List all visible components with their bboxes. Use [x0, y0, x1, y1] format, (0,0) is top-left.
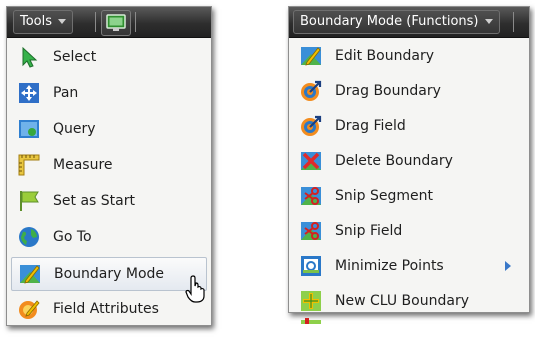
minimize-points-icon [301, 256, 321, 276]
menu-item-label: Go To [53, 229, 92, 245]
menu-item-set-as-start[interactable]: Set as Start [11, 185, 207, 217]
menu-item-drag-boundary[interactable]: Drag Boundary [293, 75, 525, 107]
menu-item-label: Edit Boundary [335, 48, 434, 64]
menu-item-label: Minimize Points [335, 258, 444, 274]
submenu-arrow-icon [505, 261, 511, 271]
toolbar-divider [135, 12, 136, 32]
tools-dropdown-button[interactable]: Tools [13, 10, 74, 34]
menu-item-label: Query [53, 121, 96, 137]
snip-field-icon [301, 222, 321, 240]
tools-menu: Select Pan Query Measure Set as Start Go… [7, 38, 211, 325]
menu-item-measure[interactable]: Measure [11, 149, 207, 181]
drag-boundary-icon [301, 80, 322, 101]
boundary-mode-dropdown-button[interactable]: Boundary Mode (Functions) [293, 10, 500, 34]
menu-item-go-to[interactable]: Go To [11, 221, 207, 253]
menu-item-minimize-points[interactable]: Minimize Points [293, 250, 525, 282]
flag-icon [20, 191, 39, 211]
menu-item-label: Snip Segment [335, 188, 433, 204]
menu-item-label: New CLU Boundary [335, 293, 469, 309]
menu-item-label: Select [53, 49, 97, 65]
menu-item-label: Drag Boundary [335, 83, 441, 99]
menu-item-label: Field Attributes [53, 301, 159, 317]
menu-item-label: Delete Boundary [335, 153, 453, 169]
monitor-button[interactable] [101, 10, 131, 36]
menu-item-label: Set as Start [53, 193, 135, 209]
menu-item-new-clu-boundary[interactable]: New CLU Boundary [293, 285, 525, 317]
select-arrow-icon [22, 46, 38, 68]
menu-item-drag-field[interactable]: Drag Field [293, 110, 525, 142]
toolbar-divider [513, 12, 514, 32]
boundary-mode-dropdown-label: Boundary Mode (Functions) [300, 14, 479, 29]
partial-icon [301, 318, 321, 324]
monitor-icon [106, 14, 126, 31]
delete-boundary-icon [301, 152, 321, 170]
menu-item-edit-boundary[interactable]: Edit Boundary [293, 40, 525, 72]
tools-toolbar: Tools [7, 7, 211, 38]
hand-pointer-icon [185, 275, 205, 303]
menu-item-label: Pan [53, 85, 79, 101]
menu-item-query[interactable]: Query [11, 113, 207, 145]
ruler-icon [18, 154, 40, 176]
menu-item-field-attributes[interactable]: Field Attributes [11, 293, 207, 325]
snip-segment-icon [301, 187, 321, 205]
menu-item-delete-boundary[interactable]: Delete Boundary [293, 145, 525, 177]
menu-item-label: Snip Field [335, 223, 403, 239]
menu-item-label: Boundary Mode [54, 266, 165, 282]
boundary-mode-icon [20, 265, 40, 284]
chevron-down-icon [58, 19, 67, 24]
toolbar-divider [95, 12, 96, 32]
query-icon [19, 120, 39, 138]
menu-item-snip-segment[interactable]: Snip Segment [293, 180, 525, 212]
globe-icon [19, 227, 39, 247]
menu-item-boundary-mode[interactable]: Boundary Mode [11, 257, 207, 291]
edit-boundary-icon [301, 47, 321, 66]
menu-item-select[interactable]: Select [11, 41, 207, 73]
drag-field-icon [301, 115, 322, 136]
menu-item-partial [299, 318, 323, 324]
boundary-mode-menu: Edit Boundary Drag Boundary Drag Field D… [289, 38, 529, 324]
tools-dropdown-label: Tools [20, 14, 53, 29]
menu-item-label: Drag Field [335, 118, 406, 134]
field-attributes-icon [19, 300, 40, 319]
new-clu-boundary-icon [301, 291, 321, 311]
menu-item-snip-field[interactable]: Snip Field [293, 215, 525, 247]
pan-icon [19, 83, 39, 103]
boundary-mode-panel: Boundary Mode (Functions) Edit Boundary … [288, 6, 530, 324]
chevron-down-icon [484, 19, 493, 24]
tools-panel: Tools Select Pan Query Measure Set as St… [6, 6, 212, 326]
boundary-mode-toolbar: Boundary Mode (Functions) [289, 7, 529, 38]
menu-item-pan[interactable]: Pan [11, 77, 207, 109]
menu-item-label: Measure [53, 157, 113, 173]
